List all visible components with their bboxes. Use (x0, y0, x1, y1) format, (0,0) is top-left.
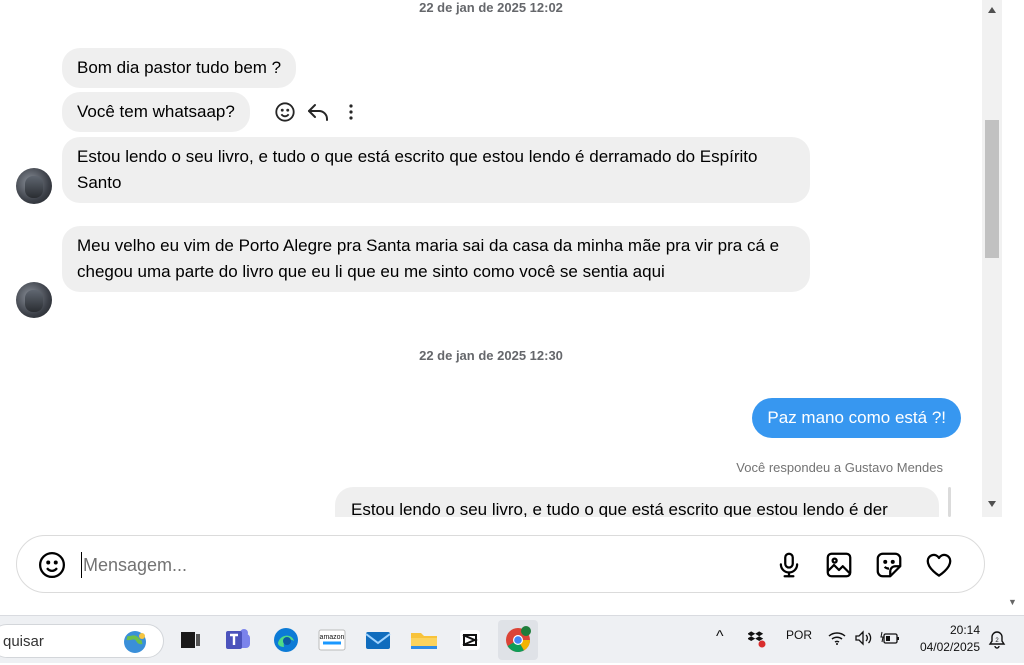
chat-scrollbar[interactable] (982, 0, 1002, 517)
chrome-icon (506, 626, 531, 653)
teams-icon[interactable] (222, 624, 254, 656)
svg-text:2: 2 (995, 638, 999, 644)
volume-icon[interactable] (854, 630, 874, 646)
reply-bar (948, 487, 951, 517)
chat-thread: 22 de jan de 2025 12:02 Bom dia pastor t… (0, 0, 982, 517)
message-input[interactable] (83, 550, 583, 580)
heart-icon[interactable] (924, 550, 954, 580)
language-indicator[interactable]: POR (786, 628, 812, 642)
reply-quote[interactable]: Estou lendo o seu livro, e tudo o que es… (335, 487, 939, 517)
more-options-icon[interactable] (348, 103, 354, 121)
svg-text:amazon: amazon (320, 634, 345, 641)
avatar[interactable] (16, 282, 52, 318)
timestamp: 22 de jan de 2025 12:02 (419, 0, 563, 15)
page-scroll-down-icon[interactable]: ▼ (1008, 597, 1017, 607)
file-explorer-icon[interactable] (408, 624, 440, 656)
scrollbar-thumb[interactable] (985, 120, 999, 258)
scroll-down-arrow-icon[interactable] (982, 496, 1002, 512)
incoming-message[interactable]: Estou lendo o seu livro, e tudo o que es… (62, 137, 810, 203)
mail-icon[interactable] (362, 624, 394, 656)
page-scrollbar[interactable]: ▼ (1002, 0, 1024, 615)
notification-bell-icon[interactable]: 2 (988, 630, 1006, 650)
battery-icon[interactable] (880, 630, 900, 646)
incoming-message[interactable]: Você tem whatsaap? (62, 92, 250, 132)
search-text: quisar (3, 633, 44, 650)
microphone-icon[interactable] (774, 550, 804, 580)
incoming-message[interactable]: Meu velho eu vim de Porto Alegre pra San… (62, 226, 810, 292)
reply-icon[interactable] (306, 101, 330, 123)
message-composer (16, 535, 985, 593)
reply-note: Você respondeu a Gustavo Mendes (736, 460, 943, 475)
clock-date: 04/02/2025 (919, 640, 980, 654)
task-view-icon[interactable] (174, 624, 206, 656)
amazon-icon[interactable]: amazon (316, 624, 348, 656)
dropbox-icon[interactable] (748, 630, 766, 648)
sticker-icon[interactable] (874, 550, 904, 580)
emoji-icon[interactable] (37, 550, 67, 585)
clock-time: 20:14 (949, 623, 980, 637)
clock[interactable]: 20:14 04/02/2025 (908, 622, 980, 656)
message-actions (274, 99, 354, 125)
outgoing-message[interactable]: Paz mano como está ?! (752, 398, 961, 438)
wifi-icon[interactable] (828, 630, 846, 646)
react-emoji-icon[interactable] (274, 101, 296, 123)
chrome-taskbar-button[interactable] (498, 620, 538, 660)
browser-icon (124, 631, 146, 653)
avatar[interactable] (16, 168, 52, 204)
capcut-icon[interactable] (454, 624, 486, 656)
incoming-message[interactable]: Bom dia pastor tudo bem ? (62, 48, 297, 88)
timestamp: 22 de jan de 2025 12:30 (419, 348, 563, 363)
text-caret (81, 552, 82, 578)
edge-icon[interactable] (270, 624, 302, 656)
taskbar: quisar amazon ^ POR 20:14 04/02/2025 2 (0, 615, 1024, 663)
scroll-up-arrow-icon[interactable] (982, 2, 1002, 18)
composer-tools (774, 550, 954, 580)
taskbar-search[interactable]: quisar (0, 624, 164, 658)
image-icon[interactable] (824, 550, 854, 580)
tray-overflow-icon[interactable]: ^ (716, 628, 724, 646)
